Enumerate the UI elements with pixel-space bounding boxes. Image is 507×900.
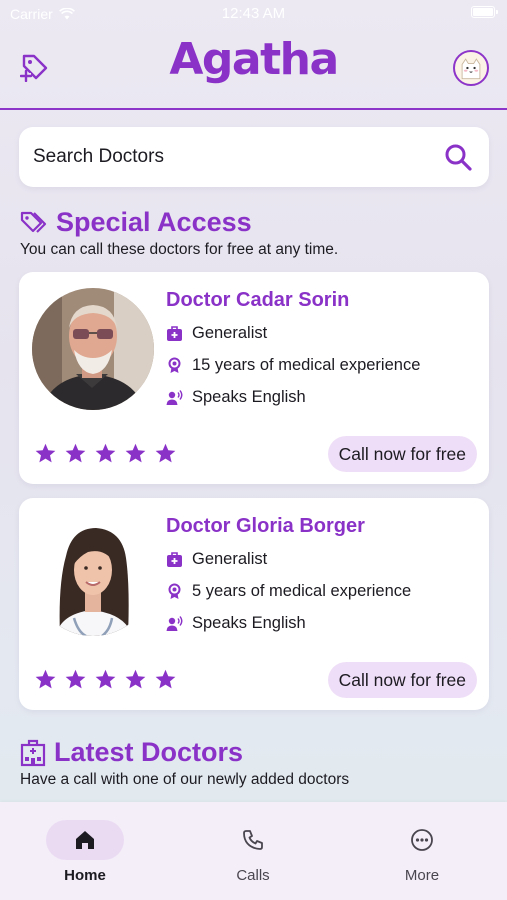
doctor-language: Speaks English (166, 388, 306, 407)
star-icon (65, 669, 86, 689)
doctor-portrait-female (32, 514, 154, 636)
search-input[interactable]: Search Doctors (33, 146, 164, 168)
app-logo: Agatha (169, 34, 339, 85)
clock: 12:43 AM (221, 5, 286, 22)
doctor-experience: 15 years of medical experience (166, 356, 420, 375)
doctor-name[interactable]: Doctor Gloria Borger (166, 515, 365, 538)
app-bar: Agatha (0, 28, 507, 110)
doctor-specialty-label: Generalist (192, 324, 268, 342)
cat-avatar-icon (461, 58, 481, 80)
doctor-portrait-male (32, 288, 154, 410)
doctor-specialty-label: Generalist (192, 550, 268, 568)
doctor-specialty: Generalist (166, 550, 267, 569)
nav-item-more[interactable]: More (367, 820, 477, 884)
special-access-title: Special Access (56, 207, 252, 237)
doctor-photo (32, 514, 154, 636)
star-icon (125, 669, 146, 689)
tags-icon (20, 211, 47, 233)
star-icon (125, 443, 146, 463)
latest-doctors-title: Latest Doctors (54, 737, 244, 767)
special-access-heading: Special Access (20, 207, 252, 238)
star-icon (155, 443, 176, 463)
home-icon (76, 831, 94, 849)
nav-more-label: More (404, 867, 440, 884)
doctor-name[interactable]: Doctor Cadar Sorin (166, 289, 349, 312)
speaker-icon (166, 390, 183, 405)
nav-home-label: Home (64, 867, 106, 884)
doctor-card[interactable]: Doctor Cadar Sorin Generalist 15 years o… (19, 272, 489, 484)
doctor-rating (34, 442, 177, 465)
call-now-button[interactable]: Call now for free (327, 436, 477, 472)
nav-item-home[interactable]: Home (30, 820, 140, 884)
nav-home-pill[interactable] (46, 820, 124, 860)
nav-calls-pill[interactable] (214, 820, 292, 860)
star-icon (155, 669, 176, 689)
award-icon (168, 583, 181, 599)
doctor-rating (34, 668, 177, 691)
star-icon (95, 443, 116, 463)
avatar[interactable] (453, 50, 489, 86)
nav-calls-label: Calls (236, 867, 270, 884)
phone-icon (243, 830, 263, 850)
star-icon (95, 669, 116, 689)
doctor-language-label: Speaks English (192, 614, 306, 632)
nav-more-pill[interactable] (383, 820, 461, 860)
more-icon (411, 829, 433, 851)
doctor-language: Speaks English (166, 614, 306, 633)
latest-doctors-subtitle: Have a call with one of our newly added … (20, 771, 350, 788)
star-icon (65, 443, 86, 463)
doctor-experience-label: 15 years of medical experience (192, 356, 421, 374)
medical-bag-icon (167, 326, 182, 341)
doctor-card[interactable]: Doctor Gloria Borger Generalist 5 years … (19, 498, 489, 710)
nav-item-calls[interactable]: Calls (198, 820, 308, 884)
doctor-experience-label: 5 years of medical experience (192, 582, 412, 600)
speaker-icon (166, 616, 183, 631)
medical-bag-icon (167, 552, 182, 567)
search-bar[interactable]: Search Doctors (19, 127, 489, 187)
doctor-language-label: Speaks English (192, 388, 306, 406)
doctor-photo (32, 288, 154, 410)
battery-icon (471, 6, 498, 18)
latest-doctors-heading: Latest Doctors (20, 737, 243, 768)
hospital-icon (20, 739, 46, 766)
doctor-experience: 5 years of medical experience (166, 582, 411, 601)
star-icon (35, 443, 56, 463)
call-now-button[interactable]: Call now for free (327, 662, 477, 698)
special-access-subtitle: You can call these doctors for free at a… (20, 241, 339, 258)
doctor-specialty: Generalist (166, 324, 267, 343)
star-icon (35, 669, 56, 689)
search-icon[interactable] (443, 142, 473, 172)
award-icon (168, 357, 181, 373)
bottom-navigation: Home Calls More (0, 802, 507, 900)
status-bar: Carrier 12:43 AM (0, 0, 507, 28)
